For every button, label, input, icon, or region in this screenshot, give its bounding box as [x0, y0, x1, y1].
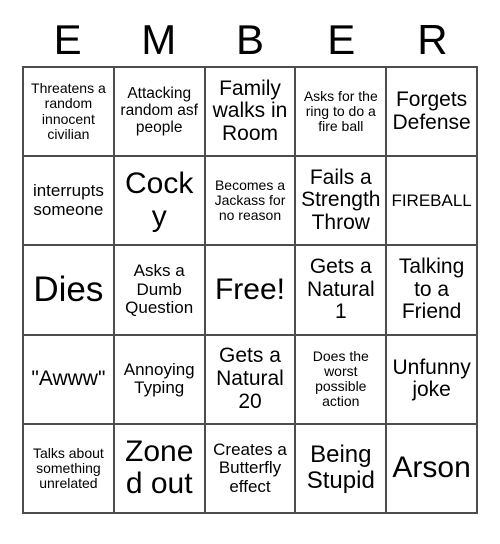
- bingo-cell[interactable]: Annoying Typing: [114, 335, 206, 425]
- header-letter-1: E: [53, 16, 82, 63]
- bingo-cell[interactable]: Family walks in Room: [205, 68, 297, 158]
- bingo-cell[interactable]: Asks for the ring to do a fire ball: [296, 68, 388, 158]
- bingo-cell-label: Does the worst possible action: [312, 347, 369, 410]
- bingo-cell-label: Attacking random asf people: [120, 85, 198, 136]
- bingo-cell[interactable]: Does the worst possible action: [296, 335, 388, 425]
- bingo-cell-label: Creates a Butterfly effect: [213, 439, 287, 496]
- bingo-cell[interactable]: Gets a Natural 20: [205, 335, 297, 425]
- bingo-cell[interactable]: interrupts someone: [24, 157, 115, 247]
- bingo-card: E M B E R Threatens a random innocent ci…: [0, 0, 500, 544]
- bingo-cell[interactable]: Being Stupid: [296, 424, 388, 514]
- bingo-cell[interactable]: Becomes a Jackass for no reason: [205, 157, 297, 247]
- bingo-cell-label: Asks a Dumb Question: [125, 261, 194, 318]
- bingo-cell-label: FIREBALL: [391, 190, 472, 210]
- bingo-cell-label: Annoying Typing: [123, 359, 195, 398]
- bingo-cell[interactable]: Dies: [24, 246, 115, 336]
- bingo-cell-label: Talks about something unrelated: [32, 444, 104, 491]
- bingo-cell[interactable]: Talking to a Friend: [387, 246, 478, 336]
- bingo-cell[interactable]: Talks about something unrelated: [24, 424, 115, 514]
- bingo-cell[interactable]: Creates a Butterfly effect: [205, 424, 297, 514]
- bingo-cell-label: Arson: [392, 451, 471, 485]
- bingo-cell-label: Free!: [214, 272, 285, 306]
- bingo-cell-label: Forgets Defense: [392, 87, 471, 134]
- bingo-cell-label: Becomes a Jackass for no reason: [214, 177, 286, 224]
- bingo-cell[interactable]: Fails a Strength Throw: [296, 157, 388, 247]
- bingo-header-letters: E M B E R: [22, 14, 478, 66]
- bingo-cell-label: Gets a Natural 1: [306, 254, 375, 324]
- bingo-cell[interactable]: Forgets Defense: [387, 68, 478, 158]
- bingo-cell-label: Family walks in Room: [212, 76, 288, 145]
- bingo-cell-label: interrupts someone: [32, 181, 104, 219]
- header-letter-4: E: [327, 16, 356, 63]
- bingo-cell-label: Asks for the ring to do a fire ball: [303, 87, 378, 135]
- header-letter-2: M: [141, 16, 177, 63]
- bingo-cell-label: Threatens a random innocent civilian: [31, 80, 106, 142]
- bingo-cell[interactable]: "Awww": [24, 335, 115, 425]
- bingo-cell[interactable]: Attacking random asf people: [114, 68, 206, 158]
- bingo-cell-label: Unfunny joke: [392, 355, 471, 402]
- header-letter-5: R: [417, 16, 448, 63]
- bingo-cell[interactable]: FIREBALL: [387, 157, 478, 247]
- bingo-cell-free[interactable]: Free!: [205, 246, 297, 336]
- bingo-grid: Threatens a random innocent civilian Att…: [22, 66, 478, 514]
- bingo-cell-label: "Awww": [31, 366, 106, 390]
- bingo-cell[interactable]: Threatens a random innocent civilian: [24, 68, 115, 158]
- bingo-cell-label: Being Stupid: [306, 441, 375, 495]
- bingo-cell[interactable]: Gets a Natural 1: [296, 246, 388, 336]
- bingo-cell-label: Zoned out: [125, 435, 194, 501]
- bingo-cell-label: Gets a Natural 20: [216, 344, 284, 413]
- bingo-cell[interactable]: Cocky: [114, 157, 206, 247]
- header-letter-3: B: [236, 16, 265, 63]
- bingo-cell[interactable]: Asks a Dumb Question: [114, 246, 206, 336]
- bingo-cell-label: Cocky: [125, 167, 194, 233]
- bingo-cell-label: Fails a Strength Throw: [301, 165, 381, 235]
- bingo-cell[interactable]: Zoned out: [114, 424, 206, 514]
- bingo-cell-label: Dies: [33, 270, 104, 310]
- bingo-cell[interactable]: Unfunny joke: [387, 335, 478, 425]
- bingo-cell[interactable]: Arson: [387, 424, 478, 514]
- bingo-cell-label: Talking to a Friend: [398, 254, 465, 324]
